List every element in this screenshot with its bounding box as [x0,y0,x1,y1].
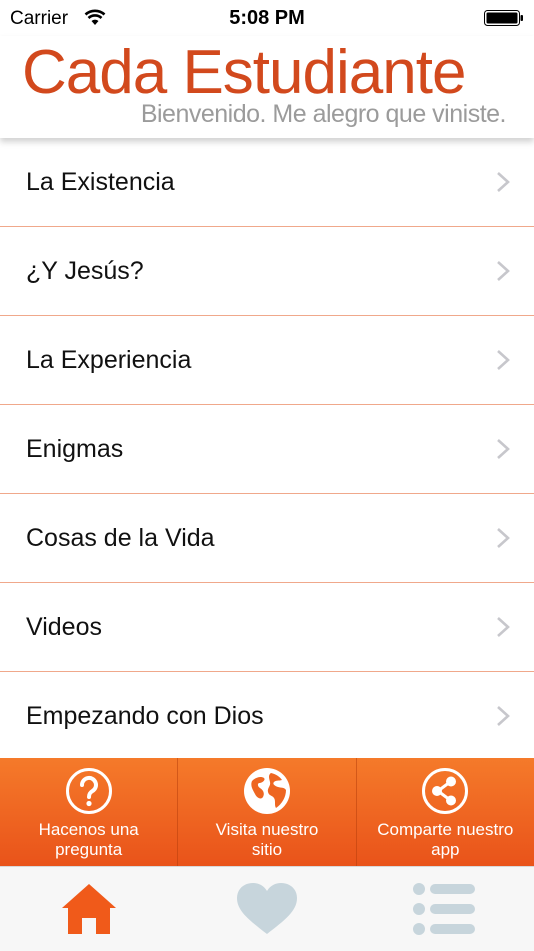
menu-item-label: Empezando con Dios [26,701,264,730]
menu-item-la-existencia[interactable]: La Existencia [0,138,534,227]
ask-question-button[interactable]: Hacenos una pregunta [0,758,179,866]
home-icon [62,884,116,934]
ask-question-label: Hacenos una pregunta [38,820,139,859]
heart-icon [237,883,297,934]
menu-item-label: La Experiencia [26,345,192,374]
chevron-right-icon [497,439,510,459]
chevron-right-icon [497,261,510,281]
share-icon [422,768,469,814]
visit-site-button[interactable]: Visita nuestro sitio [178,758,357,866]
question-icon [65,768,112,814]
tab-list[interactable] [356,867,534,951]
list-icon [413,883,475,935]
app-subtitle: Bienvenido. Me alegro que viniste. [140,100,507,128]
chevron-right-icon [497,528,510,548]
tab-bar [0,866,534,951]
app-title: Cada Estudiante [22,38,466,107]
chevron-right-icon [497,706,510,726]
menu-item-cosas-de-la-vida[interactable]: Cosas de la Vida [0,494,534,583]
menu-item-label: Cosas de la Vida [26,523,215,552]
share-app-label: Comparte nuestro app [377,820,514,859]
battery-icon [484,10,523,26]
chevron-right-icon [497,617,510,637]
status-bar: Carrier 5:08 PM [0,0,534,36]
action-bar: Hacenos una pregunta Visita nuestro siti… [0,758,534,866]
tab-favorites[interactable] [178,867,356,951]
menu-item-enigmas[interactable]: Enigmas [0,405,534,494]
menu-item-y-jesus[interactable]: ¿Y Jesús? [0,227,534,316]
menu-item-label: La Existencia [26,167,175,196]
menu-item-label: Videos [26,612,102,641]
visit-site-label: Visita nuestro sitio [215,820,319,859]
menu-list: La Existencia ¿Y Jesús? La Experiencia E… [0,138,534,760]
menu-item-videos[interactable]: Videos [0,583,534,672]
chevron-right-icon [497,350,510,370]
app-header: Cada Estudiante Bienvenido. Me alegro qu… [0,36,534,138]
status-time: 5:08 PM [229,7,305,29]
chevron-right-icon [497,172,510,192]
menu-item-label: Enigmas [26,434,124,463]
globe-icon [243,768,290,814]
share-app-button[interactable]: Comparte nuestro app [356,758,534,866]
tab-home[interactable] [0,867,178,951]
menu-item-empezando-con-dios[interactable]: Empezando con Dios [0,672,534,760]
menu-item-label: ¿Y Jesús? [26,256,144,285]
menu-item-la-experiencia[interactable]: La Experiencia [0,316,534,405]
